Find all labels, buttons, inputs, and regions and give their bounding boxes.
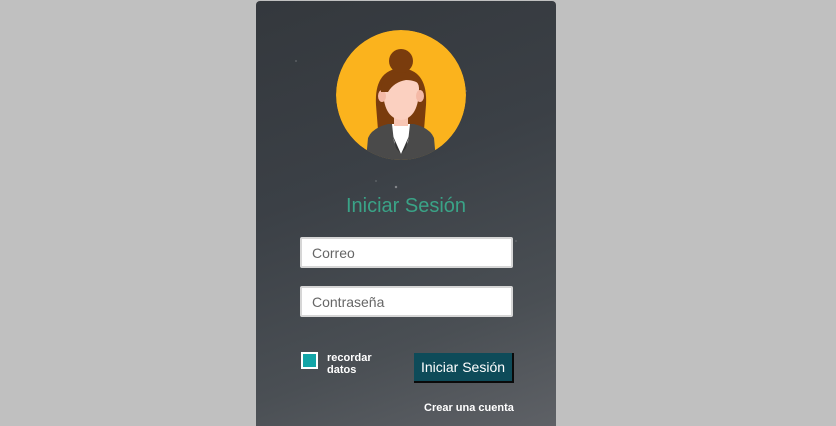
login-title: Iniciar Sesión [345,195,467,217]
remember-checkbox[interactable] [301,352,318,369]
login-card: Iniciar Sesión recordar datos Iniciar Se… [256,1,556,426]
password-input[interactable] [300,286,513,317]
remember-label: recordar datos [327,352,372,376]
user-avatar-icon [336,30,466,160]
email-input[interactable] [300,237,513,268]
create-account-link[interactable]: Crear una cuenta [424,402,514,414]
remember-me: recordar datos [301,352,377,376]
login-button[interactable]: Iniciar Sesión [414,353,514,383]
